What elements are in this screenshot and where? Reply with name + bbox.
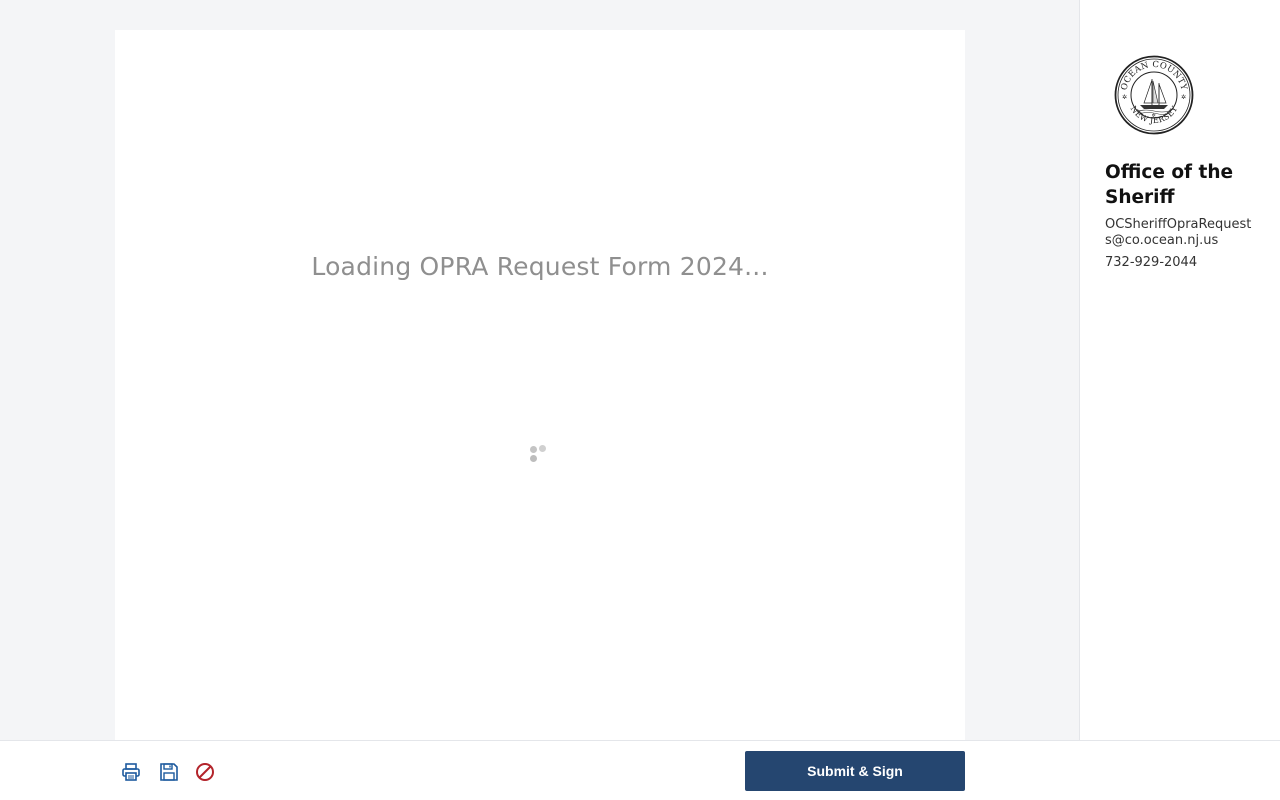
print-button[interactable] xyxy=(119,760,143,784)
sidebar: OCEAN COUNTY NEW JERSEY ✲ ✲ ✲ Office of … xyxy=(1079,0,1280,740)
loading-spinner-icon xyxy=(528,445,550,467)
prohibited-icon xyxy=(196,763,214,781)
cancel-button[interactable] xyxy=(193,760,217,784)
county-seal-icon: OCEAN COUNTY NEW JERSEY ✲ ✲ ✲ xyxy=(1114,55,1194,135)
main-area: Loading OPRA Request Form 2024... xyxy=(0,0,1079,740)
printer-icon xyxy=(122,763,140,781)
footer-toolbar: Submit & Sign xyxy=(0,740,1280,800)
svg-text:✲: ✲ xyxy=(1122,94,1127,101)
office-title: Office of the Sheriff xyxy=(1105,162,1234,208)
save-button[interactable] xyxy=(157,760,181,784)
floppy-disk-icon xyxy=(160,763,178,781)
svg-text:✲: ✲ xyxy=(1181,94,1186,101)
office-email: OCSheriffOpraRequests@co.ocean.nj.us xyxy=(1105,217,1252,248)
loading-message: Loading OPRA Request Form 2024... xyxy=(311,252,769,281)
office-phone: 732-929-2044 xyxy=(1105,255,1198,270)
form-card: Loading OPRA Request Form 2024... xyxy=(115,30,965,740)
submit-sign-button[interactable]: Submit & Sign xyxy=(745,751,965,791)
